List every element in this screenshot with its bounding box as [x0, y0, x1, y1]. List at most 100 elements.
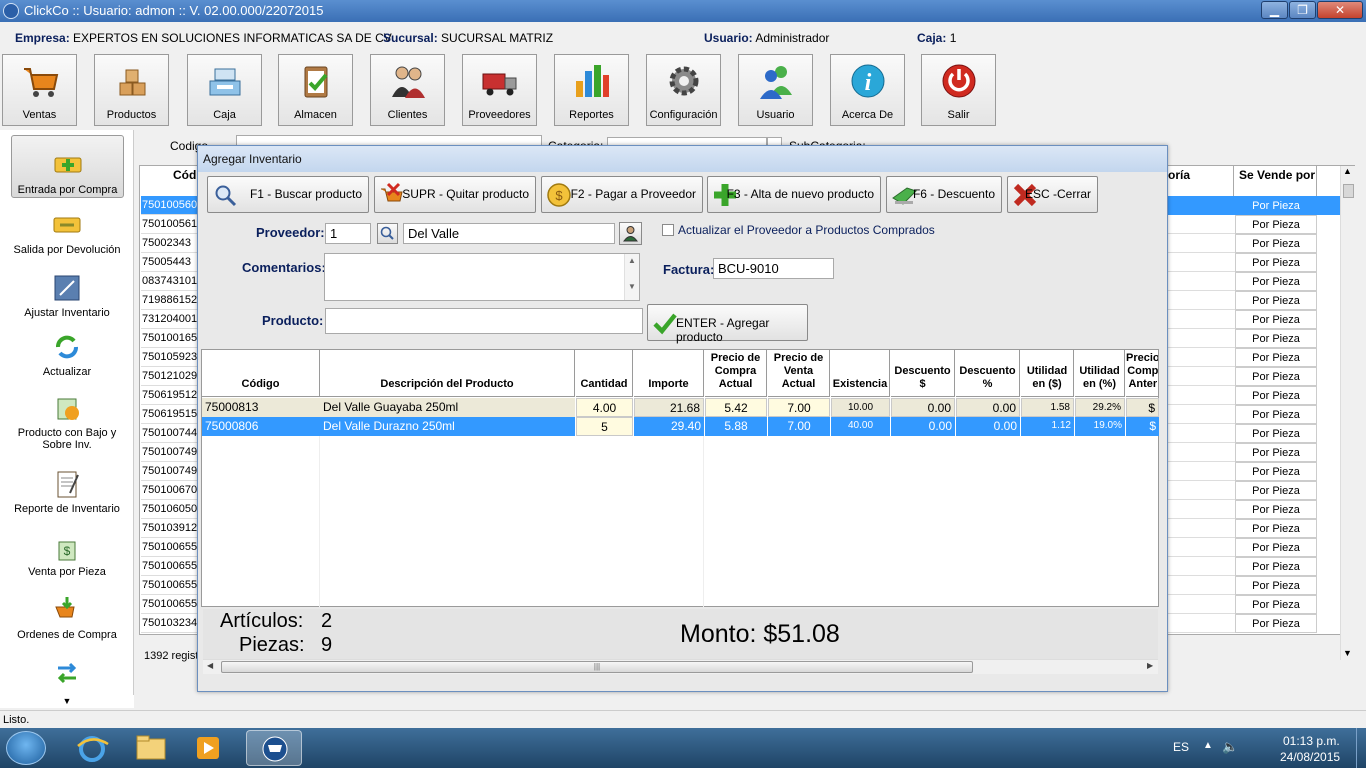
grid-code-cell[interactable]: 750100655 — [141, 557, 199, 576]
maximize-button[interactable]: ❐ — [1289, 1, 1316, 19]
toolbar-button-productos[interactable]: Productos — [94, 54, 169, 126]
toolbar-button-usuario[interactable]: Usuario — [738, 54, 813, 126]
grid-se-vende-cell[interactable]: Por Pieza — [1235, 234, 1317, 253]
column-header[interactable]: Utilidad en ($) — [1021, 350, 1074, 397]
toolbar-button-almacen[interactable]: Almacen — [278, 54, 353, 126]
proveedor-id-field[interactable]: 1 — [325, 223, 371, 244]
minimize-button[interactable]: ▁ — [1261, 1, 1288, 19]
grid-se-vende-cell[interactable]: Por Pieza — [1235, 443, 1317, 462]
sidebar-item-producto-con-bajo-y-sobre-inv-[interactable]: Producto con Bajo y Sobre Inv. — [4, 393, 130, 451]
grid-code-cell[interactable]: 750100560 — [141, 196, 199, 215]
column-header[interactable]: Código — [202, 350, 320, 397]
grid-categoria-cell[interactable] — [1168, 614, 1235, 633]
taskbar-clickco-icon[interactable] — [246, 730, 302, 766]
sidebar-item-transfer[interactable] — [4, 658, 130, 692]
grid-code-cell[interactable]: 719886152 — [141, 291, 199, 310]
cantidad-input[interactable]: 4.00 — [576, 398, 633, 417]
grid-categoria-cell[interactable] — [1168, 557, 1235, 576]
grid-se-vende-cell[interactable]: Por Pieza — [1235, 291, 1317, 310]
column-header[interactable]: Existencia — [831, 350, 890, 397]
grid-categoria-cell[interactable] — [1168, 424, 1235, 443]
proveedor-name-field[interactable]: Del Valle — [403, 223, 615, 244]
grid-categoria-cell[interactable] — [1168, 386, 1235, 405]
toolbar-button-clientes[interactable]: Clientes — [370, 54, 445, 126]
volume-icon[interactable]: 🔈 — [1222, 739, 1238, 755]
grid-categoria-cell[interactable] — [1168, 462, 1235, 481]
toolbar-button-reportes[interactable]: Reportes — [554, 54, 629, 126]
start-button-icon[interactable] — [6, 731, 46, 765]
dialog-button-5[interactable]: F6 - Descuento — [886, 176, 1002, 213]
close-button[interactable]: ✕ — [1317, 1, 1363, 19]
grid-se-vende-cell[interactable]: Por Pieza — [1235, 614, 1317, 633]
actualizar-proveedor-checkbox[interactable] — [662, 224, 674, 236]
grid-se-vende-cell[interactable]: Por Pieza — [1235, 538, 1317, 557]
grid-code-cell[interactable]: 750100670 — [141, 481, 199, 500]
grid-categoria-cell[interactable] — [1168, 595, 1235, 614]
grid-code-cell[interactable]: 750100561 — [141, 215, 199, 234]
grid-code-cell[interactable]: 750100655 — [141, 595, 199, 614]
grid-se-vende-cell[interactable]: Por Pieza — [1235, 215, 1317, 234]
grid-categoria-cell[interactable] — [1168, 215, 1235, 234]
grid-code-cell[interactable]: 750100749 — [141, 462, 199, 481]
grid-se-vende-cell[interactable]: Por Pieza — [1235, 424, 1317, 443]
grid-code-cell[interactable]: 750103234 — [141, 614, 199, 633]
comentarios-textarea[interactable]: ▲ ▼ — [324, 253, 640, 301]
grid-code-cell[interactable]: 750100749 — [141, 443, 199, 462]
grid-categoria-cell[interactable] — [1168, 405, 1235, 424]
grid-categoria-cell[interactable] — [1168, 576, 1235, 595]
grid-code-cell[interactable]: 750106050 — [141, 500, 199, 519]
grid-code-cell[interactable]: 750100655 — [141, 538, 199, 557]
grid-se-vende-cell[interactable]: Por Pieza — [1235, 272, 1317, 291]
grid-se-vende-cell[interactable]: Por Pieza — [1235, 329, 1317, 348]
language-indicator[interactable]: ES — [1173, 740, 1189, 754]
column-header[interactable]: Precio Comp Anter — [1126, 350, 1159, 397]
grid-categoria-cell[interactable] — [1168, 443, 1235, 462]
grid-categoria-cell[interactable] — [1168, 234, 1235, 253]
sidebar-item-reporte-de-inventario[interactable]: Reporte de Inventario — [4, 469, 130, 515]
toolbar-button-proveedores[interactable]: Proveedores — [462, 54, 537, 126]
grid-categoria-cell[interactable] — [1168, 348, 1235, 367]
grid-categoria-cell[interactable] — [1168, 310, 1235, 329]
grid-code-cell[interactable]: 75002343 — [141, 234, 199, 253]
grid-categoria-cell[interactable] — [1168, 272, 1235, 291]
grid-categoria-cell[interactable] — [1168, 291, 1235, 310]
clock-date[interactable]: 24/08/2015 — [1280, 750, 1340, 764]
grid-code-cell[interactable]: 750619515 — [141, 405, 199, 424]
grid-se-vende-cell[interactable]: Por Pieza — [1235, 386, 1317, 405]
grid-categoria-cell[interactable] — [1168, 481, 1235, 500]
toolbar-button-acerca-de[interactable]: i Acerca De — [830, 54, 905, 126]
grid-code-cell[interactable]: 750100744 — [141, 424, 199, 443]
sidebar-item-actualizar[interactable]: Actualizar — [4, 332, 130, 378]
scroll-left-icon[interactable]: ◀ — [207, 661, 213, 670]
grid-categoria-cell[interactable] — [1168, 367, 1235, 386]
taskbar-explorer-icon[interactable] — [122, 730, 178, 766]
column-header[interactable]: Cantidad — [576, 350, 633, 397]
taskbar-media-icon[interactable] — [180, 730, 236, 766]
grid-se-vende-cell[interactable]: Por Pieza — [1235, 462, 1317, 481]
column-header[interactable]: Descripción del Producto — [320, 350, 575, 397]
grid-se-vende-cell[interactable]: Por Pieza — [1235, 500, 1317, 519]
grid-se-vende-cell[interactable]: Por Pieza — [1235, 576, 1317, 595]
grid-code-cell[interactable]: 750100165 — [141, 329, 199, 348]
grid-code-cell[interactable]: 731204001 — [141, 310, 199, 329]
producto-field[interactable] — [325, 308, 643, 334]
sidebar-item-entrada-por-compra[interactable]: Entrada por Compra — [11, 135, 124, 198]
grid-code-cell[interactable]: 750103912 — [141, 519, 199, 538]
cantidad-input[interactable]: 5 — [576, 417, 633, 436]
grid-categoria-cell[interactable] — [1168, 519, 1235, 538]
toolbar-button-ventas[interactable]: Ventas — [2, 54, 77, 126]
toolbar-button-caja[interactable]: Caja — [187, 54, 262, 126]
grid-se-vende-cell[interactable]: Por Pieza — [1235, 405, 1317, 424]
table-horizontal-scrollbar[interactable]: ◀ ||| ▶ — [203, 659, 1158, 674]
tray-expand-icon[interactable]: ▲ — [1203, 740, 1213, 751]
grid-scroll-down-icon[interactable]: ▼ — [1343, 648, 1352, 658]
dialog-button-1[interactable]: F1 - Buscar producto — [207, 176, 369, 213]
grid-se-vende-cell[interactable]: Por Pieza — [1235, 595, 1317, 614]
grid-code-cell[interactable]: 75005443 — [141, 253, 199, 272]
column-header[interactable]: Descuento % — [956, 350, 1020, 397]
grid-se-vende-cell[interactable]: Por Pieza — [1235, 557, 1317, 576]
grid-categoria-cell[interactable] — [1168, 538, 1235, 557]
dialog-button-2[interactable]: SUPR - Quitar producto — [374, 176, 536, 213]
grid-se-vende-cell[interactable]: Por Pieza — [1235, 348, 1317, 367]
column-header[interactable]: Precio de Venta Actual — [768, 350, 830, 397]
